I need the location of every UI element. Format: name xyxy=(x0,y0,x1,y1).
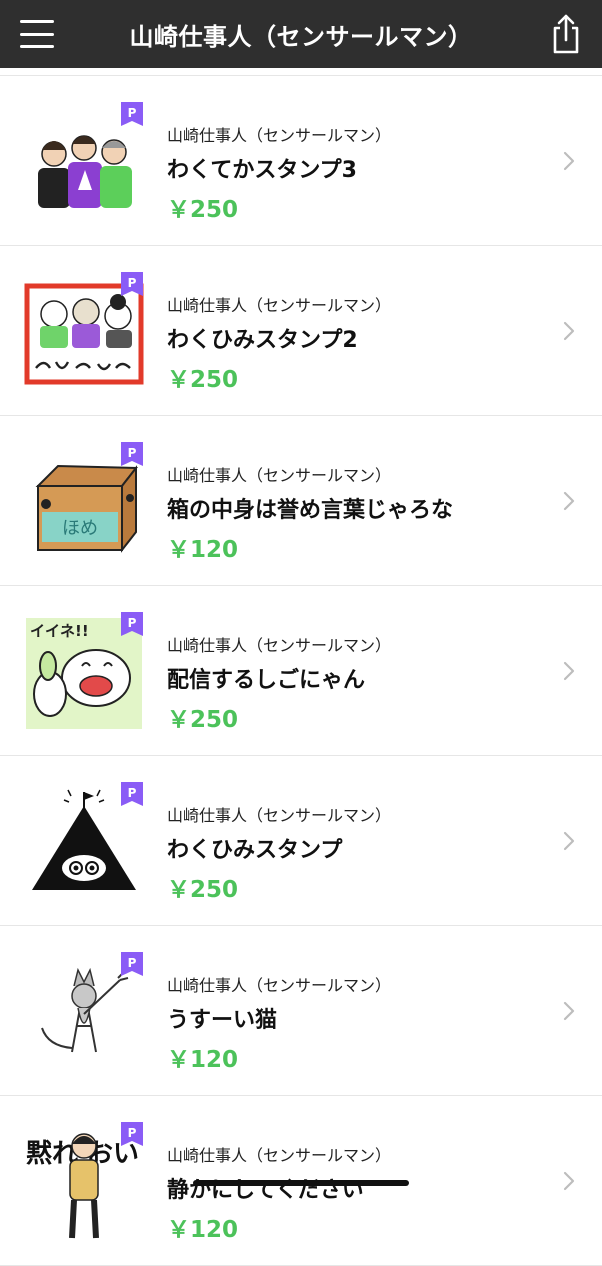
premium-badge-icon: P xyxy=(121,1122,143,1146)
chevron-right-icon xyxy=(563,1001,575,1021)
author-label: 山崎仕事人（センサールマン） xyxy=(167,126,392,145)
premium-badge-icon: P xyxy=(121,782,143,806)
product-name: 箱の中身は誉め言葉じゃろな xyxy=(167,498,454,523)
premium-badge-icon: P xyxy=(121,612,143,636)
sticker-list-item[interactable]: イイネ!! P 山崎仕事人（センサールマン） 配信するしごにゃん ￥250 xyxy=(0,586,602,756)
chevron-right-icon xyxy=(563,1171,575,1191)
premium-badge-icon: P xyxy=(121,442,143,466)
sticker-list-item[interactable]: P 山崎仕事人（センサールマン） わくてかスタンプ3 ￥250 xyxy=(0,76,602,246)
list-top-divider xyxy=(0,68,602,76)
product-price: ￥250 xyxy=(167,367,239,393)
share-icon[interactable] xyxy=(546,12,586,56)
page-title: 山崎仕事人（センサールマン） xyxy=(129,22,473,51)
product-name: わくひみスタンプ2 xyxy=(167,328,358,353)
svg-text:P: P xyxy=(128,786,137,800)
svg-text:P: P xyxy=(128,106,137,120)
product-name: 静かにしてください xyxy=(167,1178,364,1203)
author-label: 山崎仕事人（センサールマン） xyxy=(167,806,392,825)
product-name: うすーい猫 xyxy=(167,1008,278,1033)
product-price: ￥120 xyxy=(167,1217,239,1243)
sticker-list-item[interactable]: ほめ P 山崎仕事人（センサールマン） 箱の中身は誉め言葉じゃろな ￥120 xyxy=(0,416,602,586)
premium-badge-icon: P xyxy=(121,272,143,296)
product-price: ￥250 xyxy=(167,197,239,223)
sticker-list-item[interactable]: P 山崎仕事人（センサールマン） わくひみスタンプ ￥250 xyxy=(0,756,602,926)
premium-badge-icon: P xyxy=(121,952,143,976)
chevron-right-icon xyxy=(563,661,575,681)
sticker-list-item[interactable]: P 山崎仕事人（センサールマン） わくひみスタンプ2 ￥250 xyxy=(0,246,602,416)
svg-text:P: P xyxy=(128,446,137,460)
home-indicator[interactable] xyxy=(193,1180,409,1186)
sticker-list: P 山崎仕事人（センサールマン） わくてかスタンプ3 ￥250 P 山崎仕事人（… xyxy=(0,68,602,1266)
product-price: ￥250 xyxy=(167,877,239,903)
hamburger-menu-icon[interactable] xyxy=(20,20,54,48)
product-name: わくてかスタンプ3 xyxy=(167,158,357,183)
product-name: わくひみスタンプ xyxy=(167,838,343,863)
product-price: ￥250 xyxy=(167,707,239,733)
product-price: ￥120 xyxy=(167,537,239,563)
svg-text:P: P xyxy=(128,616,137,630)
svg-text:P: P xyxy=(128,276,137,290)
svg-text:イイネ!!: イイネ!! xyxy=(30,622,89,640)
author-label: 山崎仕事人（センサールマン） xyxy=(167,466,392,485)
sticker-list-item[interactable]: P 山崎仕事人（センサールマン） うすーい猫 ￥120 xyxy=(0,926,602,1096)
chevron-right-icon xyxy=(563,321,575,341)
svg-text:P: P xyxy=(128,1126,137,1140)
chevron-right-icon xyxy=(563,831,575,851)
product-name: 配信するしごにゃん xyxy=(167,668,366,693)
chevron-right-icon xyxy=(563,151,575,171)
svg-text:ほめ: ほめ xyxy=(62,518,98,539)
author-label: 山崎仕事人（センサールマン） xyxy=(167,296,392,315)
header-bar: 山崎仕事人（センサールマン） xyxy=(0,0,602,68)
author-label: 山崎仕事人（センサールマン） xyxy=(167,1146,392,1165)
svg-text:P: P xyxy=(128,956,137,970)
premium-badge-icon: P xyxy=(121,102,143,126)
chevron-right-icon xyxy=(563,491,575,511)
product-price: ￥120 xyxy=(167,1047,239,1073)
author-label: 山崎仕事人（センサールマン） xyxy=(167,636,392,655)
author-label: 山崎仕事人（センサールマン） xyxy=(167,976,392,995)
